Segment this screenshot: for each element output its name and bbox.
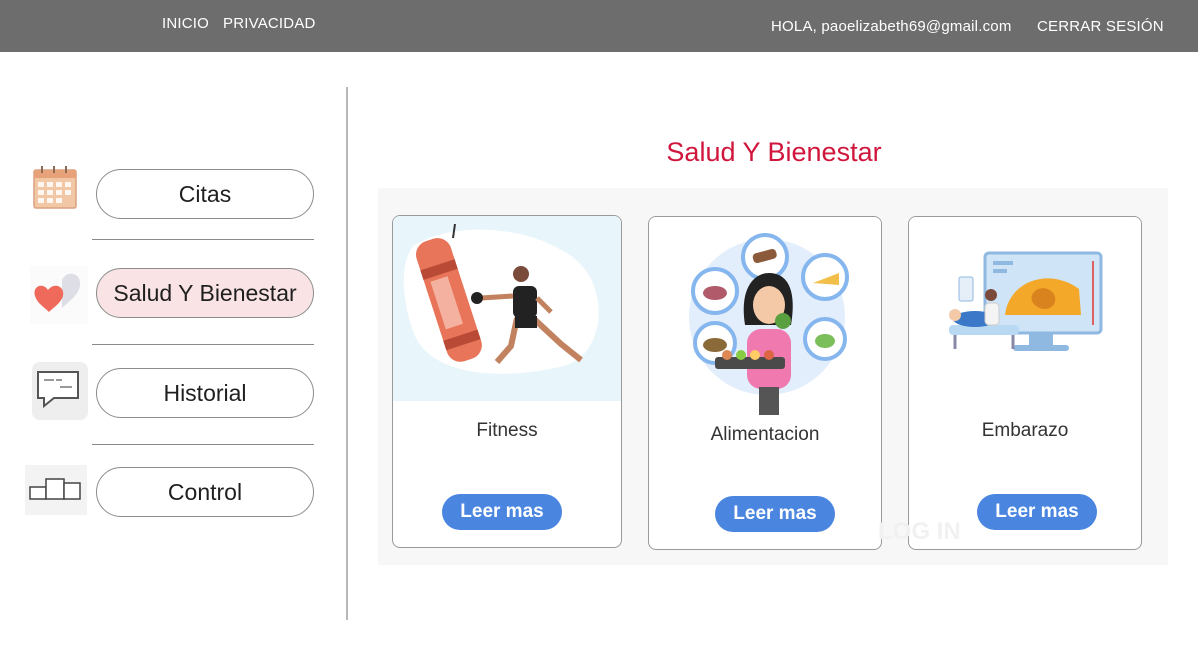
nav-privacidad-link[interactable]: PRIVACIDAD xyxy=(223,15,316,32)
sidebar-divider xyxy=(92,239,314,240)
card-embarazo[interactable]: Embarazo Leer mas xyxy=(908,216,1142,550)
card-title: Fitness xyxy=(476,420,538,441)
sidebar-divider xyxy=(92,444,314,445)
sidebar-divider xyxy=(92,344,314,345)
card-alimentacion[interactable]: Alimentacion Leer mas xyxy=(648,216,882,550)
sidebar-item-salud-y-bienestar[interactable]: Salud Y Bienestar xyxy=(96,268,314,318)
top-navigation-bar: INICIO PRIVACIDAD HOLA, paoelizabeth69@g… xyxy=(0,0,1198,52)
sidebar-item-control[interactable]: Control xyxy=(96,467,314,517)
leer-mas-button[interactable]: Leer mas xyxy=(977,494,1097,530)
page-title: Salud Y Bienestar xyxy=(666,137,882,167)
user-greeting: HOLA, paoelizabeth69@gmail.com xyxy=(771,18,1012,35)
calendar-icon xyxy=(28,160,86,218)
leer-mas-button[interactable]: Leer mas xyxy=(442,494,562,530)
chat-history-icon xyxy=(30,362,88,420)
card-title: Embarazo xyxy=(981,420,1069,441)
card-title: Alimentacion xyxy=(710,424,820,445)
boxing-illustration xyxy=(393,216,621,401)
sidebar-item-historial[interactable]: Historial xyxy=(96,368,314,418)
nutrition-illustration xyxy=(649,217,881,417)
card-fitness[interactable]: Fitness Leer mas xyxy=(392,215,622,548)
leer-mas-button[interactable]: Leer mas xyxy=(715,496,835,532)
watermark-text: LOG IN xyxy=(878,518,961,545)
podium-icon xyxy=(25,465,87,523)
nav-inicio-link[interactable]: INICIO xyxy=(162,15,209,32)
sidebar-vertical-divider xyxy=(346,87,348,620)
logout-link[interactable]: CERRAR SESIÓN xyxy=(1037,18,1164,35)
heart-icon xyxy=(30,266,88,324)
ultrasound-illustration xyxy=(909,217,1141,402)
sidebar-item-citas[interactable]: Citas xyxy=(96,169,314,219)
